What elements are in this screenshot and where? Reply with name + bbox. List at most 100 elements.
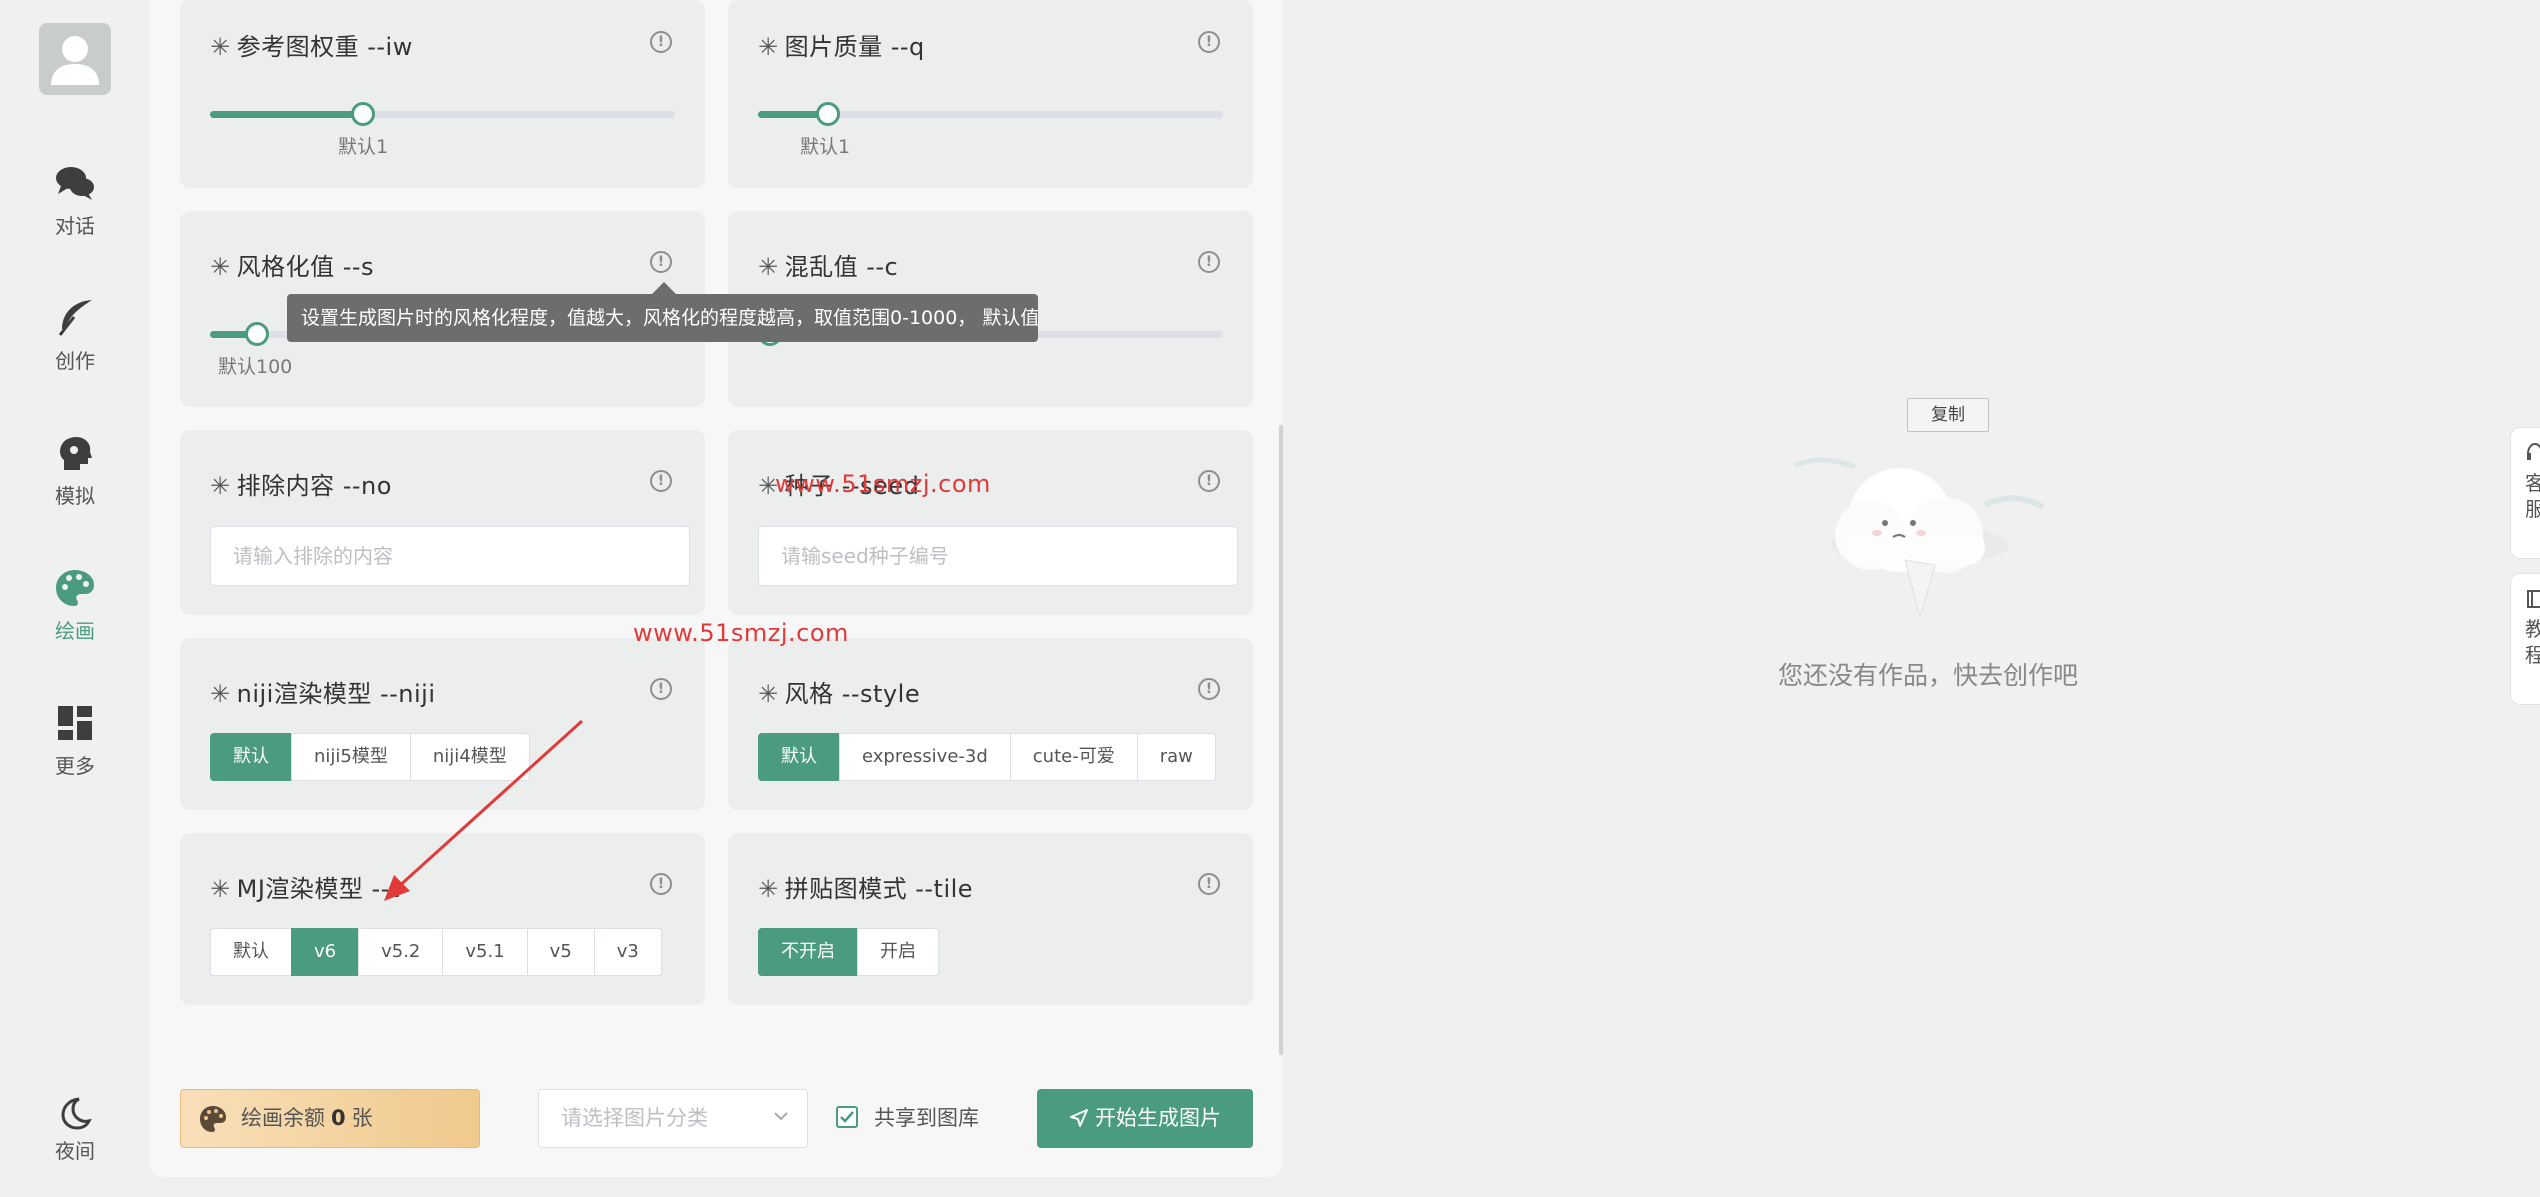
info-icon[interactable]: ! — [1198, 873, 1220, 895]
v-option[interactable]: 默认 — [210, 928, 292, 976]
check-icon — [840, 1111, 854, 1123]
card-style: ✳ 风格 --style ! 默认 expressive-3d cute-可爱 raw — [728, 638, 1253, 810]
slider-iw-thumb[interactable] — [351, 102, 376, 126]
float-tab-service[interactable]: 客服 — [2510, 427, 2540, 559]
slider-s-thumb[interactable] — [244, 322, 269, 346]
stylize-tooltip: 设置生成图片时的风格化程度，值越大，风格化的程度越高，取值范围0-1000， 默… — [287, 294, 1038, 342]
headset-icon — [2527, 442, 2540, 460]
palette-icon — [200, 1106, 226, 1132]
asterisk-icon: ✳ — [210, 875, 231, 903]
asterisk-icon: ✳ — [758, 875, 779, 903]
info-icon[interactable]: ! — [1198, 678, 1220, 700]
watermark: www.51smzj.com — [633, 619, 849, 647]
moon-icon — [61, 1097, 92, 1130]
nav-item-create[interactable]: 创作 — [0, 295, 150, 374]
info-icon[interactable]: ! — [650, 251, 672, 273]
nav-label-more: 更多 — [55, 754, 95, 778]
nav-item-mimic[interactable]: 模拟 — [0, 430, 150, 509]
card-title-tile: 拼贴图模式 --tile — [784, 875, 974, 903]
quota-value: 0 — [331, 1106, 346, 1130]
share-label[interactable]: 共享到图库 — [874, 1102, 979, 1132]
chat-bubbles-icon — [56, 167, 94, 200]
slider-iw[interactable] — [210, 102, 675, 126]
tooltip-arrow — [652, 282, 676, 294]
card-title-c: 混乱值 --c — [784, 253, 899, 281]
card-title-q: 图片质量 --q — [784, 33, 925, 61]
style-option[interactable]: 默认 — [758, 733, 840, 781]
seed-input[interactable] — [758, 526, 1238, 586]
send-icon — [1070, 1109, 1088, 1127]
style-option[interactable]: expressive-3d — [839, 733, 1011, 781]
info-icon[interactable]: ! — [650, 31, 672, 53]
card-exclude: ✳ 排除内容 --no ! — [180, 430, 705, 615]
info-icon[interactable]: ! — [1198, 31, 1220, 53]
grid-icon — [58, 706, 92, 740]
quota-label: 绘画余额 — [241, 1106, 325, 1130]
style-option[interactable]: cute-可爱 — [1009, 733, 1138, 781]
watermark: www.51smzj.com — [775, 470, 991, 498]
chevron-down-icon — [774, 1112, 788, 1121]
empty-state-text: 您还没有作品，快去创作吧 — [1778, 661, 2079, 690]
share-checkbox[interactable] — [836, 1106, 858, 1128]
asterisk-icon: ✳ — [758, 253, 779, 281]
slider-s-default: 默认100 — [218, 356, 293, 378]
info-icon[interactable]: ! — [650, 873, 672, 895]
slider-iw-default: 默认1 — [338, 136, 389, 158]
annotation-arrow — [384, 719, 584, 901]
exclude-input[interactable] — [210, 526, 690, 586]
niji-option[interactable]: 默认 — [210, 733, 292, 781]
asterisk-icon: ✳ — [210, 472, 231, 500]
quota-unit: 张 — [351, 1106, 373, 1130]
card-quality: ✳ 图片质量 --q ! 默认1 — [728, 0, 1253, 188]
asterisk-icon: ✳ — [210, 33, 231, 61]
v-option[interactable]: v6 — [291, 928, 360, 976]
asterisk-icon: ✳ — [210, 253, 231, 281]
copy-button[interactable]: 复制 — [1907, 398, 1989, 432]
card-tile: ✳ 拼贴图模式 --tile ! 不开启 开启 — [728, 833, 1253, 1005]
head-profile-icon — [60, 436, 92, 470]
info-icon[interactable]: ! — [650, 678, 672, 700]
card-title-no: 排除内容 --no — [236, 472, 392, 500]
info-icon[interactable]: ! — [650, 470, 672, 492]
generate-button[interactable]: 开始生成图片 — [1037, 1089, 1253, 1148]
slider-q-default: 默认1 — [800, 136, 851, 158]
v-option[interactable]: v5 — [526, 928, 595, 976]
card-image-weight: ✳ 参考图权重 --iw ! 默认1 — [180, 0, 705, 188]
nav-item-chat[interactable]: 对话 — [0, 160, 150, 239]
tile-option[interactable]: 不开启 — [758, 928, 858, 976]
night-mode-toggle[interactable]: 夜间 — [0, 1095, 150, 1164]
nav-label-mimic: 模拟 — [55, 484, 95, 508]
category-select[interactable]: 请选择图片分类 — [538, 1089, 808, 1148]
panel-scrollbar[interactable] — [1279, 425, 1283, 1055]
v-option[interactable]: v3 — [593, 928, 662, 976]
card-title-s: 风格化值 --s — [236, 253, 375, 281]
card-title-iw: 参考图权重 --iw — [236, 33, 413, 61]
slider-q-thumb[interactable] — [815, 102, 840, 126]
asterisk-icon: ✳ — [210, 680, 231, 708]
feather-icon — [58, 300, 92, 336]
v-option[interactable]: v5.2 — [358, 928, 444, 976]
tile-option[interactable]: 开启 — [857, 928, 939, 976]
slider-q[interactable] — [758, 102, 1223, 126]
asterisk-icon: ✳ — [758, 33, 779, 61]
float-tab-tutorial[interactable]: 教程 — [2510, 573, 2540, 705]
v-option[interactable]: v5.1 — [442, 928, 528, 976]
category-placeholder: 请选择图片分类 — [561, 1106, 708, 1130]
card-title-niji: niji渲染模型 --niji — [236, 680, 436, 708]
info-icon[interactable]: ! — [1198, 470, 1220, 492]
tile-options: 不开启 开启 — [758, 928, 939, 976]
nav-item-draw[interactable]: 绘画 — [0, 565, 150, 644]
nav-label-draw: 绘画 — [55, 619, 95, 643]
night-mode-label: 夜间 — [55, 1139, 95, 1163]
info-icon[interactable]: ! — [1198, 251, 1220, 273]
quota-badge: 绘画余额 0 张 — [180, 1089, 480, 1148]
generate-label: 开始生成图片 — [1095, 1106, 1221, 1130]
card-title-style: 风格 --style — [784, 680, 921, 708]
mj-version-options: 默认 v6 v5.2 v5.1 v5 v3 — [210, 928, 662, 976]
float-tab-tutorial-label: 教程 — [2525, 617, 2540, 667]
avatar[interactable] — [39, 23, 111, 95]
nav-item-more[interactable]: 更多 — [0, 700, 150, 779]
style-options: 默认 expressive-3d cute-可爱 raw — [758, 733, 1216, 781]
style-option[interactable]: raw — [1136, 733, 1216, 781]
slider-iw-fill — [210, 111, 364, 118]
